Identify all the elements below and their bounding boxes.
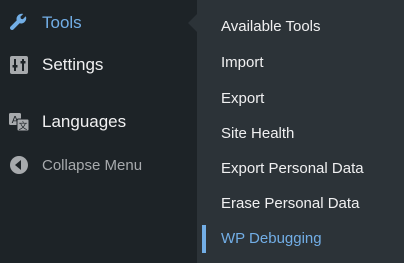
translate-icon: A 文 bbox=[8, 111, 30, 133]
submenu-item-label: Available Tools bbox=[221, 17, 321, 35]
sidebar-item-settings[interactable]: Settings bbox=[0, 48, 196, 82]
collapse-arrow-icon bbox=[8, 154, 30, 176]
submenu-pointer bbox=[188, 14, 197, 32]
submenu-item-label: Export bbox=[221, 89, 265, 107]
submenu-item-wp-debugging[interactable]: WP Debugging bbox=[197, 221, 404, 255]
svg-text:文: 文 bbox=[18, 120, 27, 132]
submenu-item-export[interactable]: Export bbox=[197, 81, 404, 115]
admin-sidebar: Tools Settings A 文 Languages Collapse Me… bbox=[0, 0, 196, 263]
sidebar-item-tools[interactable]: Tools bbox=[0, 6, 196, 40]
collapse-menu-button[interactable]: Collapse Menu bbox=[0, 148, 196, 182]
sidebar-item-label: Tools bbox=[42, 13, 82, 32]
wrench-icon bbox=[8, 12, 30, 34]
sliders-icon bbox=[8, 54, 30, 76]
submenu-item-label: WP Debugging bbox=[221, 229, 322, 247]
submenu-item-label: Export Personal Data bbox=[221, 159, 364, 177]
submenu-item-site-health[interactable]: Site Health bbox=[197, 116, 404, 150]
submenu-item-label: Erase Personal Data bbox=[221, 194, 360, 212]
submenu-item-erase-personal-data[interactable]: Erase Personal Data bbox=[197, 186, 404, 220]
tools-submenu: Available Tools Import Export Site Healt… bbox=[197, 0, 404, 263]
sidebar-item-label: Languages bbox=[42, 112, 127, 131]
submenu-item-label: Import bbox=[221, 53, 264, 71]
submenu-item-available-tools[interactable]: Available Tools bbox=[197, 9, 404, 43]
submenu-item-import[interactable]: Import bbox=[197, 45, 404, 79]
submenu-item-label: Site Health bbox=[221, 124, 295, 142]
sidebar-item-label: Settings bbox=[42, 55, 104, 74]
sidebar-item-languages[interactable]: A 文 Languages bbox=[0, 105, 196, 139]
submenu-item-export-personal-data[interactable]: Export Personal Data bbox=[197, 151, 404, 185]
active-indicator bbox=[202, 225, 206, 253]
collapse-menu-label: Collapse Menu bbox=[42, 156, 143, 174]
